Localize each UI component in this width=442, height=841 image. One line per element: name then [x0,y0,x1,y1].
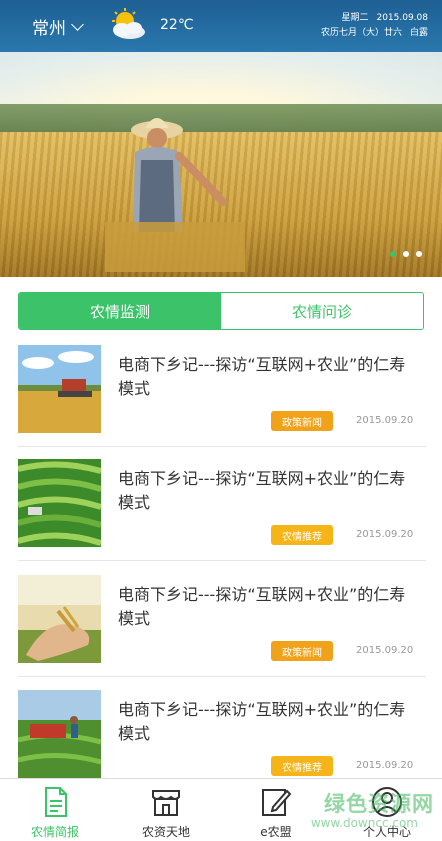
sun-cloud-icon [112,8,145,39]
weekday: 星期二 [341,13,369,23]
watermark-url: www.downcc.com [310,816,418,830]
rice-terraces-image [18,459,101,547]
top-bar: 常州 22℃ 星期二 2015.09.08 农历七月（大）廿六 白露 [0,0,442,52]
news-date: 2015.09.20 [356,415,414,426]
nav-label: e农盟 [260,825,292,839]
nav-label: 农情简报 [30,825,79,839]
nav-item-supplies[interactable]: 农资天地 [121,785,211,840]
news-title[interactable]: 电商下乡记---探访“互联网+农业”的仁寿模式 [118,698,418,746]
news-date: 2015.09.20 [356,529,414,540]
temperature: 22℃ [160,17,194,33]
solar-term: 白露 [409,28,428,38]
tab-consultation[interactable]: 农情问诊 [221,293,423,329]
news-title[interactable]: 电商下乡记---探访“互联网+农业”的仁寿模式 [118,583,418,631]
farmer-figure [105,118,245,272]
divider [18,446,426,447]
wheat-in-hands-image [18,575,101,663]
category-badge: 农情推荐 [271,756,333,776]
news-title[interactable]: 电商下乡记---探访“互联网+农业”的仁寿模式 [118,353,418,401]
chevron-down-icon [71,18,84,31]
news-title[interactable]: 电商下乡记---探访“互联网+农业”的仁寿模式 [118,467,418,515]
segment-tabs: 农情监测 农情问诊 [18,292,424,330]
harvester-field-image [18,345,101,433]
edit-icon [262,789,292,816]
carousel-dot[interactable] [403,251,409,257]
category-badge: 政策新闻 [271,411,333,431]
city-name: 常州 [32,19,66,39]
list-item[interactable]: 电商下乡记---探访“互联网+农业”的仁寿模式 政策新闻 2015.09.20 [0,575,442,690]
nav-item-alliance[interactable]: e农盟 [231,785,321,840]
watermark-text: 绿色资源网 [324,792,434,816]
divider [18,560,426,561]
nav-item-briefing[interactable]: 农情简报 [10,785,100,840]
carousel-dot[interactable] [390,251,396,257]
lunar-date: 农历七月（大）廿六 [320,28,402,38]
carousel-indicator[interactable] [390,251,422,257]
list-item[interactable]: 电商下乡记---探访“互联网+农业”的仁寿模式 政策新闻 2015.09.20 [0,345,442,460]
document-icon [45,787,67,817]
news-date: 2015.09.20 [356,760,414,771]
news-date: 2015.09.20 [356,645,414,656]
carousel-dot[interactable] [416,251,422,257]
list-item[interactable]: 电商下乡记---探访“互联网+农业”的仁寿模式 农情推荐 2015.09.20 [0,459,442,574]
tab-monitoring[interactable]: 农情监测 [19,293,221,329]
divider [18,676,426,677]
category-badge: 政策新闻 [271,641,333,661]
date-block: 星期二 2015.09.08 农历七月（大）廿六 白露 [321,11,428,41]
store-icon [152,790,180,816]
nav-label: 农资天地 [141,825,190,839]
category-badge: 农情推荐 [271,525,333,545]
banner-carousel[interactable] [0,52,442,277]
city-selector[interactable]: 常州 [32,14,84,39]
farm-workers-image [18,690,101,778]
date: 2015.09.08 [376,13,428,23]
